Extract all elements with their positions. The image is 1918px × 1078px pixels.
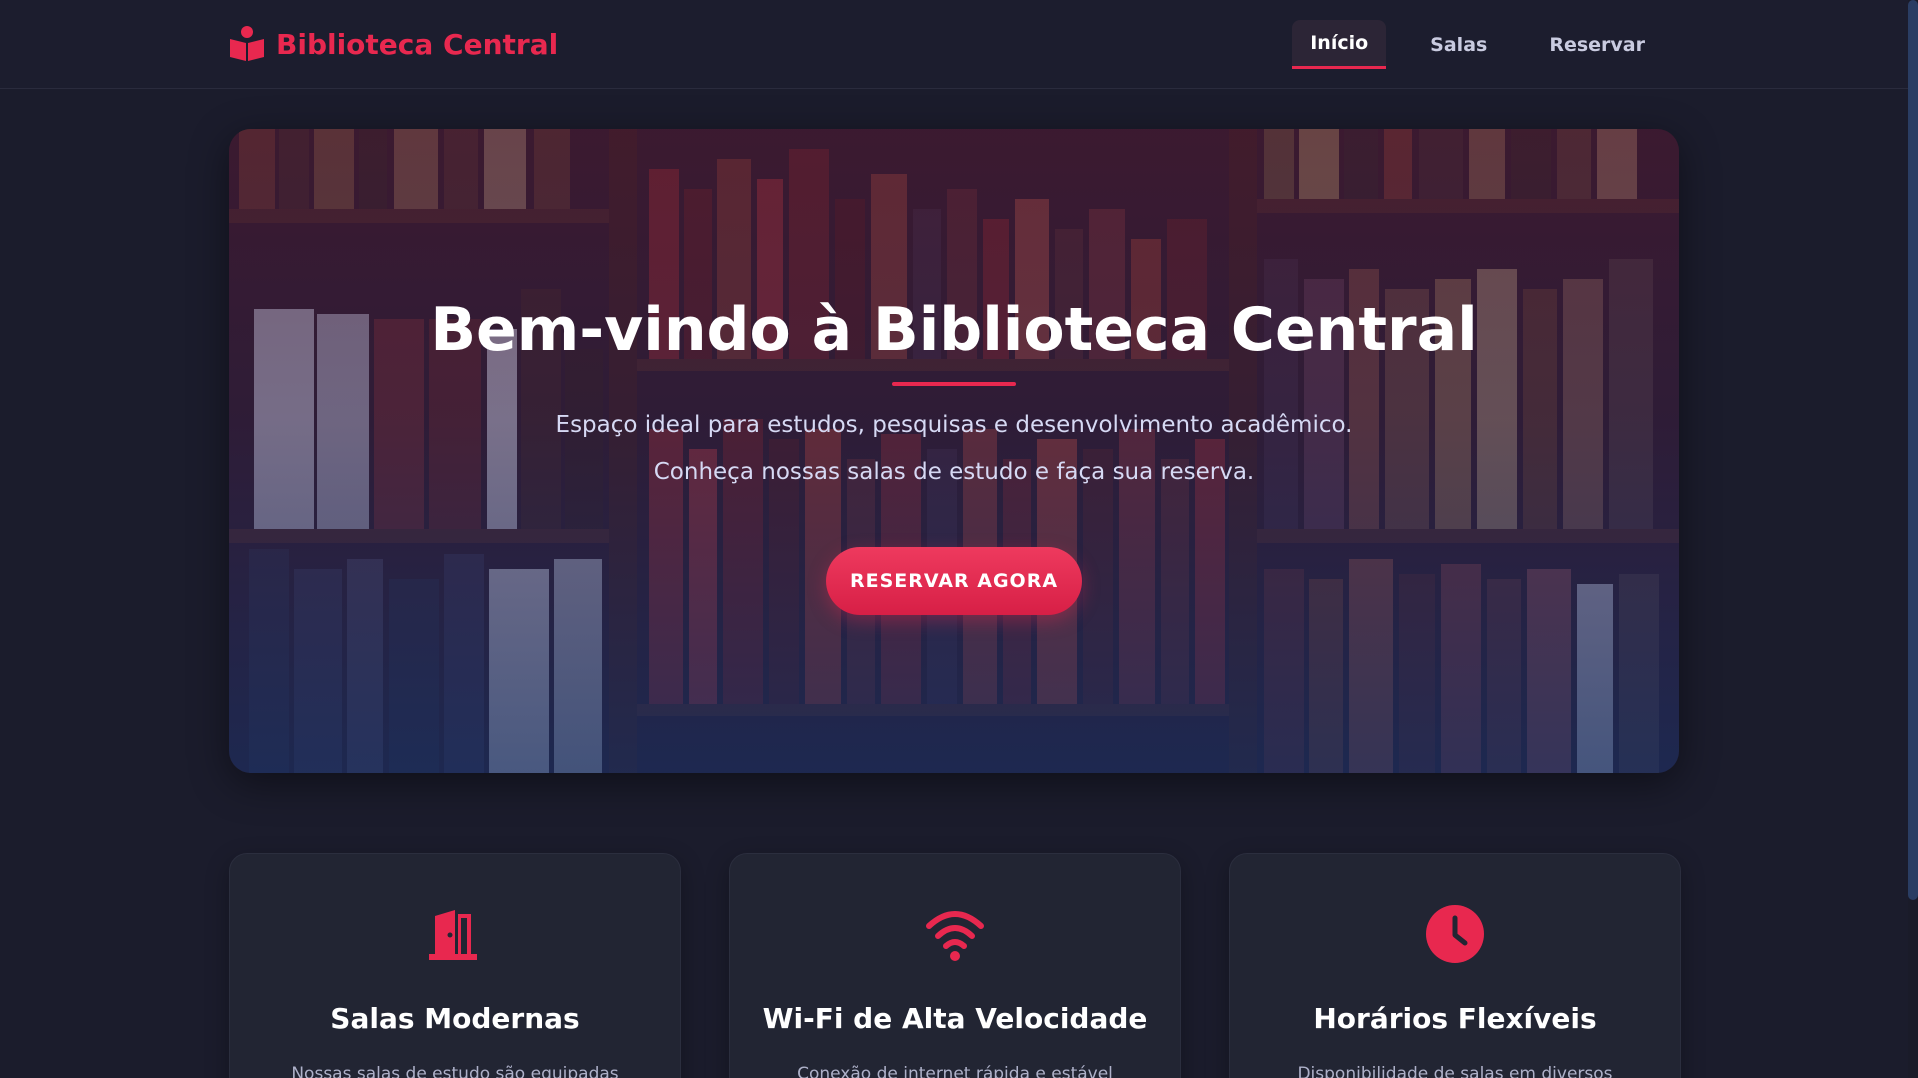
nav-item-reservar[interactable]: Reservar xyxy=(1531,22,1663,68)
feature-title: Salas Modernas xyxy=(330,1002,580,1035)
feature-card-horarios: Horários Flexíveis Disponibilidade de sa… xyxy=(1229,853,1681,1078)
hero-banner: Bem-vindo à Biblioteca Central Espaço id… xyxy=(229,129,1679,773)
feature-description: Nossas salas de estudo são equipadas xyxy=(291,1064,619,1078)
brand-logo-link[interactable]: Biblioteca Central xyxy=(228,24,558,64)
page-scrollbar[interactable] xyxy=(1908,0,1918,1078)
top-navbar: Biblioteca Central Início Salas Reservar xyxy=(0,0,1908,89)
reservar-agora-button[interactable]: RESERVAR AGORA xyxy=(826,547,1082,615)
feature-title: Wi-Fi de Alta Velocidade xyxy=(762,1002,1148,1035)
book-reader-icon xyxy=(230,26,264,61)
wifi-icon xyxy=(926,911,984,961)
brand-name: Biblioteca Central xyxy=(276,27,559,61)
clock-icon xyxy=(1426,905,1484,963)
feature-description: Conexão de internet rápida e estável xyxy=(797,1064,1113,1078)
title-underline xyxy=(892,382,1016,386)
scrollbar-thumb[interactable] xyxy=(1908,0,1918,900)
nav-item-salas[interactable]: Salas xyxy=(1412,22,1505,68)
page: Biblioteca Central Início Salas Reservar xyxy=(0,0,1918,1078)
hero-title: Bem-vindo à Biblioteca Central xyxy=(430,295,1478,365)
main-nav: Início Salas Reservar xyxy=(1266,20,1663,69)
feature-description: Disponibilidade de salas em diversos xyxy=(1297,1064,1613,1078)
feature-card-salas-modernas: Salas Modernas Nossas salas de estudo sã… xyxy=(229,853,681,1078)
hero-content: Bem-vindo à Biblioteca Central Espaço id… xyxy=(229,129,1679,773)
nav-item-inicio[interactable]: Início xyxy=(1292,20,1387,69)
feature-title: Horários Flexíveis xyxy=(1313,1002,1597,1035)
hero-subtitle-line-1: Espaço ideal para estudos, pesquisas e d… xyxy=(555,412,1353,438)
hero-subtitle-line-2: Conheça nossas salas de estudo e faça su… xyxy=(653,459,1255,485)
door-open-icon xyxy=(429,910,477,960)
feature-card-wifi: Wi-Fi de Alta Velocidade Conexão de inte… xyxy=(729,853,1181,1078)
